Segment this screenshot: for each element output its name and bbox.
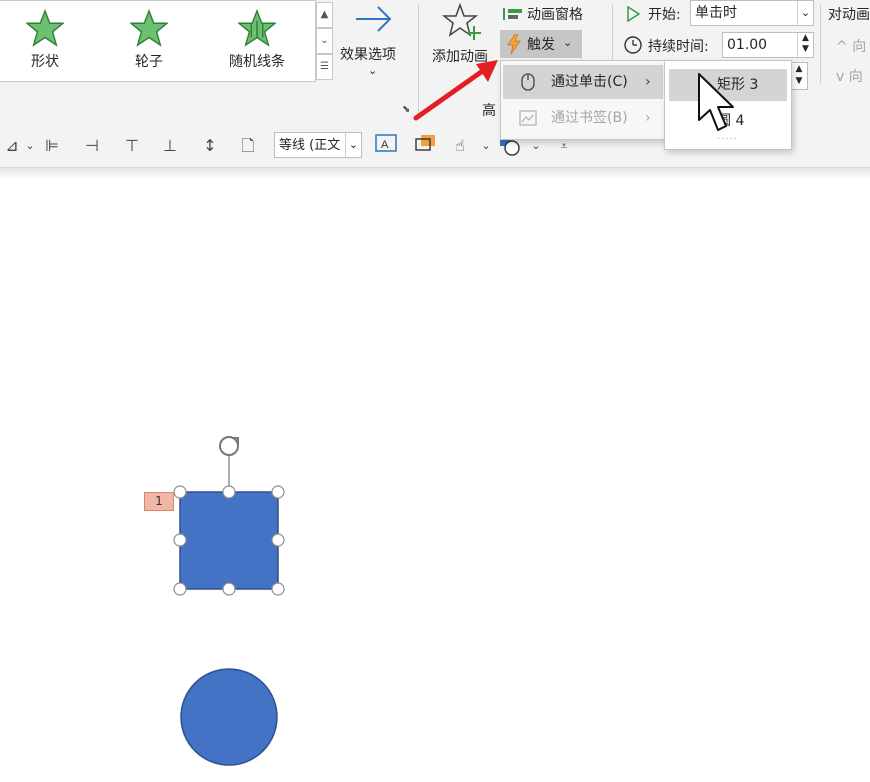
text-box-icon[interactable]: A [374,134,398,158]
chevron-down-icon[interactable]: ⌄ [18,134,42,158]
chevron-down-icon: ⌄ [797,1,813,25]
mouse-cursor-icon [698,73,734,131]
gallery-scroll-up-button[interactable]: ▲ [316,2,333,28]
lightning-icon [507,34,521,54]
selection-glyph [415,135,435,151]
gallery-item-shape[interactable]: 形状 [0,9,90,79]
align-right-icon[interactable]: ⊣ [80,134,104,158]
slide-canvas: 1 [0,180,870,782]
group-separator [820,4,821,84]
circle-4-shape[interactable] [180,668,278,766]
gallery-item-label: 形状 [31,54,59,70]
chevron-right-icon: › [645,110,651,126]
move-later-label: 向 [848,69,863,85]
animation-pane-label: 动画窗格 [527,7,583,23]
svg-text:A: A [381,139,389,151]
star-icon [130,9,168,47]
duration-spinner[interactable]: 01.00 ▲ ▼ [722,32,814,58]
effect-options-button[interactable]: 效果选项 ⌄ [336,0,412,84]
star-icon [238,9,276,47]
bookmark-icon [519,110,537,126]
font-value: 等线 (正文 [279,138,341,153]
on-click-of-menu-item[interactable]: 通过单击(C) › [503,65,663,99]
font-dropdown[interactable]: 等线 (正文 ⌄ [274,132,362,158]
chevron-right-icon: › [645,74,651,90]
gallery-more-button[interactable]: ☰ [316,54,333,80]
star-plus-icon [442,2,481,40]
align-left-icon[interactable]: ⊫ [40,134,64,158]
selection-pane-icon[interactable] [414,134,438,158]
chevron-down-icon: ⌄ [368,64,378,77]
animation-gallery: 形状 轮子 随机线条 [0,0,316,82]
gallery-item-random-bars[interactable]: 随机线条 [212,9,302,79]
move-later-button[interactable]: v 向 [836,66,863,86]
on-bookmark-menu-item: 通过书签(B) › [503,101,663,135]
chevron-down-icon: v [836,69,845,85]
play-icon [627,6,640,22]
chevron-down-icon: ⌄ [345,133,361,157]
animation-order-badge[interactable]: 1 [144,492,174,511]
animation-pane-icon [503,8,522,20]
start-label: 开始: [648,7,681,23]
animation-pane-button[interactable]: 动画窗格 [500,2,600,26]
ribbon-shadow [0,168,870,180]
reorder-animation-label: 对动画 [828,7,870,23]
effect-options-label: 效果选项 [340,47,396,63]
duration-value: 01.00 [727,37,768,53]
align-bottom-icon[interactable]: ⊥ [158,134,182,158]
rotate-handle-icon[interactable] [219,436,239,492]
on-bookmark-label: 通过书签(B) [551,110,628,126]
gallery-item-label: 随机线条 [229,54,285,70]
red-arrow-annotation-icon [413,60,498,121]
slide-svg [173,436,285,766]
animation-order-number: 1 [155,494,163,508]
start-dropdown[interactable]: 单击时 ⌄ [690,0,814,26]
gallery-item-wheel[interactable]: 轮子 [104,9,194,79]
trigger-menu: 通过单击(C) › 通过书签(B) › [500,60,666,140]
align-top-icon[interactable]: ⊤ [120,134,144,158]
text-box-glyph: A [375,134,397,152]
new-page-icon[interactable]: 🗋 [236,134,260,158]
star-icon [26,9,64,47]
rectangle-3-shape[interactable] [179,491,279,590]
move-earlier-button[interactable]: ^ 向 [836,36,866,56]
gallery-scroll-down-button[interactable]: ⌄ [316,28,333,54]
on-click-of-label: 通过单击(C) [551,74,628,90]
spinner-arrows-icon[interactable]: ▲ ▼ [797,33,813,57]
trigger-label: 触发 [527,37,555,53]
touch-mode-icon[interactable]: ☝ [448,134,472,158]
arrow-right-icon [356,6,392,32]
mouse-icon [521,73,535,91]
move-earlier-label: 向 [852,39,867,55]
trigger-button[interactable]: 触发 ⌄ [500,30,582,58]
chevron-up-icon: ^ [836,39,848,55]
chevron-down-icon: ⌄ [563,36,573,49]
duration-label: 持续时间: [648,39,709,55]
chevron-down-icon[interactable]: ⌄ [474,134,498,158]
distribute-vertical-icon[interactable]: ↕ [198,134,222,158]
delay-spinner[interactable]: ▲ ▼ [790,62,808,90]
clock-icon [624,36,642,54]
gallery-item-label: 轮子 [135,54,163,70]
start-value: 单击时 [695,5,737,21]
